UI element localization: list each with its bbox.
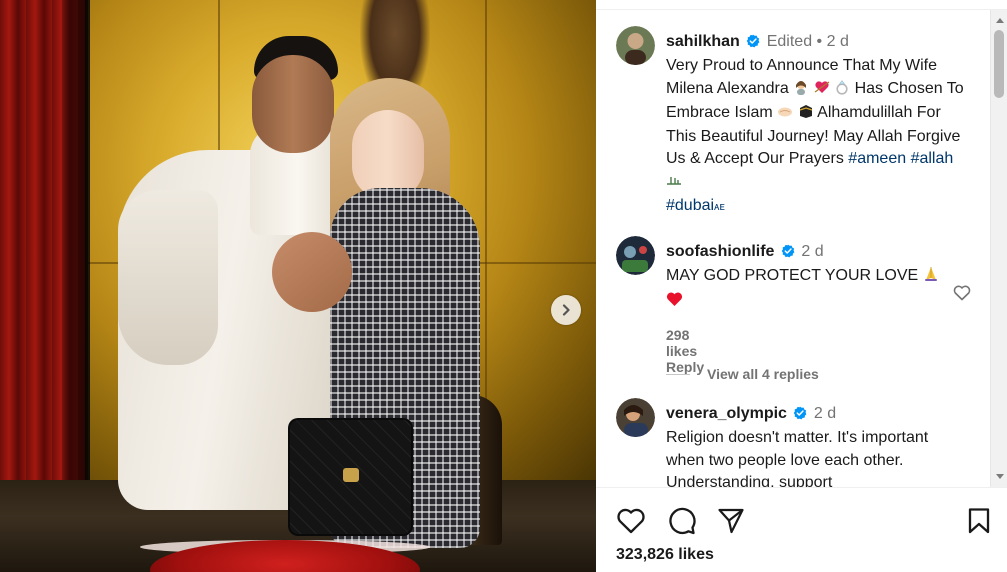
hashtag-link[interactable]: #allah: [911, 150, 954, 167]
red-heart-emoji-icon: [666, 291, 683, 314]
heart-icon: [617, 508, 645, 534]
replies-divider: [666, 373, 690, 375]
post-side-panel: sahilkhan Edited • 2 d Very Proud to Ann…: [596, 0, 1007, 572]
verified-badge-icon: [793, 405, 807, 427]
bookmark-icon: [968, 508, 990, 534]
praying-hands-emoji-icon: [923, 266, 939, 289]
photo-bag-clasp: [343, 468, 359, 482]
scroll-down-arrow-icon[interactable]: [996, 474, 1004, 479]
comment-username[interactable]: venera_olympic: [666, 405, 787, 422]
meta-separator: •: [816, 33, 823, 50]
curtain-shadow: [62, 0, 90, 520]
arabic-script-emoji-icon: [666, 173, 682, 195]
comments-list[interactable]: sahilkhan Edited • 2 d Very Proud to Ann…: [596, 10, 990, 487]
comment-text: Religion doesn't matter. It's important …: [666, 429, 929, 487]
woman-emoji-icon: [793, 79, 809, 102]
caption-body: sahilkhan Edited • 2 d Very Proud to Ann…: [666, 31, 966, 218]
view-replies-label: View all 4 replies: [707, 366, 819, 382]
post-photo[interactable]: [0, 0, 596, 572]
comment-body: soofashionlife 2 d MAY GOD PROTECT YOUR …: [666, 241, 966, 314]
handshake-emoji-icon: [777, 103, 793, 126]
photo-man-sleeve: [118, 190, 218, 365]
chevron-right-icon: [562, 304, 570, 316]
avatar[interactable]: [616, 398, 655, 437]
comment-likes[interactable]: 298 likes: [666, 327, 697, 359]
comment-time[interactable]: 2 d: [814, 405, 836, 422]
comment-bubble-icon: [669, 507, 696, 535]
comment-button[interactable]: [666, 507, 696, 540]
like-button[interactable]: [616, 507, 646, 540]
post-likes-count[interactable]: 323,826 likes: [616, 546, 714, 564]
comment-text: MAY GOD PROTECT YOUR LOVE: [666, 267, 919, 285]
view-replies-button[interactable]: View all 4 replies: [666, 366, 819, 382]
kaaba-emoji-icon: [798, 103, 814, 126]
paper-plane-icon: [718, 508, 744, 534]
comment-body: venera_olympic 2 d Religion doesn't matt…: [666, 403, 966, 487]
scroll-thumb[interactable]: [994, 30, 1004, 98]
comments-scrollbar[interactable]: [990, 10, 1007, 487]
share-button[interactable]: [717, 507, 745, 540]
panel-top-divider: [596, 0, 1007, 10]
hashtag-link[interactable]: #ameen: [848, 150, 906, 167]
verified-badge-icon: [746, 33, 760, 55]
save-button[interactable]: [966, 507, 992, 540]
caption-username[interactable]: sahilkhan: [666, 33, 740, 50]
flag-suffix: ᴀᴇ: [714, 201, 725, 214]
next-photo-button[interactable]: [551, 295, 581, 325]
hashtag-link[interactable]: #dubai: [666, 197, 714, 214]
like-comment-heart-icon[interactable]: [953, 285, 971, 306]
verified-badge-icon: [781, 243, 795, 265]
edited-label: Edited: [766, 33, 813, 50]
photo-woman-face: [352, 110, 424, 200]
scroll-up-arrow-icon[interactable]: [996, 18, 1004, 23]
comment-time[interactable]: 2 d: [801, 243, 823, 260]
ring-emoji-icon: [834, 79, 850, 102]
photo-man-head: [252, 55, 334, 153]
heart-arrow-emoji-icon: [814, 79, 830, 102]
post-actions-bar: 323,826 likes: [596, 487, 1007, 572]
comment-username[interactable]: soofashionlife: [666, 243, 774, 260]
photo-hands: [272, 232, 352, 312]
caption-time[interactable]: 2 d: [827, 33, 849, 50]
avatar[interactable]: [616, 236, 655, 275]
avatar[interactable]: [616, 26, 655, 65]
